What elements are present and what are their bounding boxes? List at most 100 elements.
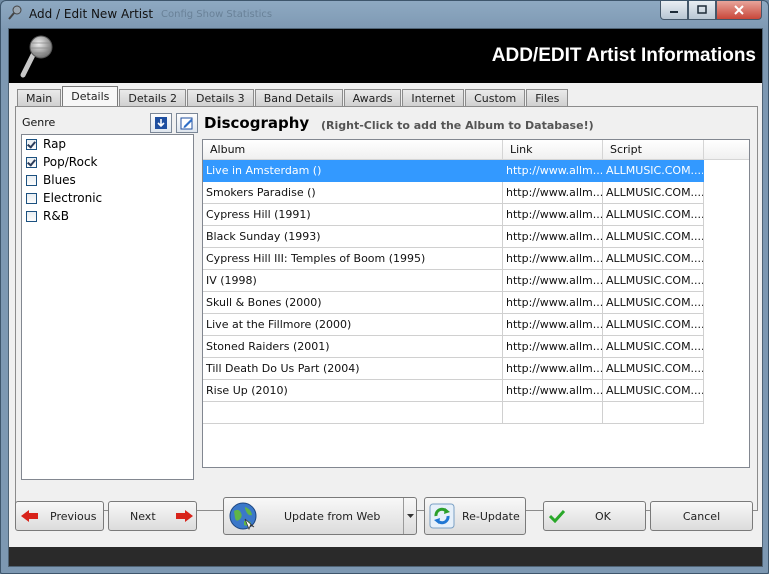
cell-script[interactable]: ALLMUSIC.COM....: [603, 358, 704, 380]
cell-album[interactable]: Smokers Paradise (): [203, 182, 503, 204]
table-row[interactable]: Smokers Paradise () http://www.allm... ALL…: [203, 182, 749, 204]
cell-script[interactable]: ALLMUSIC.COM....: [603, 160, 704, 182]
next-button[interactable]: Next: [108, 501, 197, 531]
cell-script[interactable]: ALLMUSIC.COM....: [603, 380, 704, 402]
cell-album[interactable]: Till Death Do Us Part (2004): [203, 358, 503, 380]
cell-link[interactable]: http://www.allm...: [503, 314, 603, 336]
tab-internet[interactable]: Internet: [402, 89, 465, 107]
discography-hint: (Right-Click to add the Album to Databas…: [321, 119, 594, 132]
checkbox-electronic[interactable]: [26, 192, 37, 204]
update-dropdown-toggle[interactable]: [403, 498, 416, 534]
genre-item-rap[interactable]: Rap: [22, 135, 193, 153]
genre-item-label: Blues: [43, 173, 76, 187]
re-update-label: Re-Update: [462, 509, 520, 523]
discography-grid[interactable]: Album Link Script Live in Amsterdam () ht…: [202, 139, 750, 468]
details-tab-panel: Genre Rap Pop/Rock Blues Electronic R&B …: [15, 106, 758, 511]
cell-link[interactable]: http://www.allm...: [503, 182, 603, 204]
column-header-script[interactable]: Script: [603, 140, 704, 159]
genre-item-rnb[interactable]: R&B: [22, 207, 193, 225]
column-header-link[interactable]: Link: [503, 140, 603, 159]
genre-item-blues[interactable]: Blues: [22, 171, 193, 189]
tab-band-details[interactable]: Band Details: [254, 89, 343, 107]
genre-download-button[interactable]: [150, 113, 172, 133]
cell-script[interactable]: ALLMUSIC.COM....: [603, 204, 704, 226]
maximize-button[interactable]: [688, 1, 716, 20]
cell-script[interactable]: ALLMUSIC.COM....: [603, 314, 704, 336]
header-band: ADD/EDIT Artist Informations: [9, 29, 762, 83]
cell-album[interactable]: Black Sunday (1993): [203, 226, 503, 248]
cell-album[interactable]: IV (1998): [203, 270, 503, 292]
checkbox-blues[interactable]: [26, 174, 37, 186]
window-controls: [660, 1, 762, 20]
update-from-web-button[interactable]: Update from Web: [223, 497, 417, 535]
cell-link[interactable]: http://www.allm...: [503, 358, 603, 380]
table-row[interactable]: Black Sunday (1993) http://www.allm... ALL…: [203, 226, 749, 248]
cell-album[interactable]: Live at the Fillmore (2000): [203, 314, 503, 336]
grid-header: Album Link Script: [203, 140, 749, 160]
genre-item-pop-rock[interactable]: Pop/Rock: [22, 153, 193, 171]
cell-link[interactable]: http://www.allm...: [503, 248, 603, 270]
previous-label: Previous: [50, 509, 97, 523]
genre-item-electronic[interactable]: Electronic: [22, 189, 193, 207]
cell-album[interactable]: Skull & Bones (2000): [203, 292, 503, 314]
cell-album[interactable]: [203, 402, 503, 424]
cell-link[interactable]: http://www.allm...: [503, 226, 603, 248]
cell-album[interactable]: Live in Amsterdam (): [203, 160, 503, 182]
tab-custom[interactable]: Custom: [465, 89, 526, 107]
table-row[interactable]: Rise Up (2010) http://www.allm... ALLMUSIC…: [203, 380, 749, 402]
cell-script[interactable]: [603, 402, 704, 424]
cell-album[interactable]: Cypress Hill (1991): [203, 204, 503, 226]
close-button[interactable]: [716, 1, 762, 20]
cancel-button[interactable]: Cancel: [650, 501, 753, 531]
cell-link[interactable]: http://www.allm...: [503, 292, 603, 314]
table-row[interactable]: Live at the Fillmore (2000) http://www.al…: [203, 314, 749, 336]
ok-label: OK: [595, 509, 611, 523]
checkbox-pop-rock[interactable]: [26, 156, 37, 168]
ok-button[interactable]: OK: [543, 501, 646, 531]
cell-script[interactable]: ALLMUSIC.COM....: [603, 182, 704, 204]
cell-link[interactable]: http://www.allm...: [503, 204, 603, 226]
table-row[interactable]: Live in Amsterdam () http://www.allm... AL…: [203, 160, 749, 182]
bottom-strip: [9, 547, 762, 566]
cell-link[interactable]: [503, 402, 603, 424]
table-row[interactable]: Skull & Bones (2000) http://www.allm... AL…: [203, 292, 749, 314]
app-window: Add / Edit New Artist Config Show Statis…: [0, 0, 769, 574]
column-header-album[interactable]: Album: [203, 140, 503, 159]
tab-files[interactable]: Files: [526, 89, 569, 107]
minimize-button[interactable]: [660, 1, 688, 20]
cell-script[interactable]: ALLMUSIC.COM....: [603, 248, 704, 270]
close-icon: [734, 5, 744, 15]
table-row[interactable]: Cypress Hill (1991) http://www.allm... ALL…: [203, 204, 749, 226]
checkbox-rap[interactable]: [26, 138, 37, 150]
cell-album[interactable]: Stoned Raiders (2001): [203, 336, 503, 358]
table-row[interactable]: IV (1998) http://www.allm... ALLMUSIC.COM.…: [203, 270, 749, 292]
cell-script[interactable]: ALLMUSIC.COM....: [603, 226, 704, 248]
microphone-icon: [8, 5, 22, 20]
cell-script[interactable]: ALLMUSIC.COM....: [603, 336, 704, 358]
table-row[interactable]: [203, 402, 749, 424]
update-from-web-label: Update from Web: [284, 509, 381, 523]
cell-script[interactable]: ALLMUSIC.COM....: [603, 270, 704, 292]
re-update-button[interactable]: Re-Update: [424, 497, 526, 535]
table-row[interactable]: Cypress Hill III: Temples of Boom (1995)…: [203, 248, 749, 270]
grid-body: Live in Amsterdam () http://www.allm... AL…: [203, 160, 749, 424]
cell-album[interactable]: Cypress Hill III: Temples of Boom (1995): [203, 248, 503, 270]
cell-link[interactable]: http://www.allm...: [503, 160, 603, 182]
tab-details-3[interactable]: Details 3: [187, 89, 254, 107]
genre-edit-button[interactable]: [176, 113, 198, 133]
tab-main[interactable]: Main: [17, 89, 62, 107]
cell-link[interactable]: http://www.allm...: [503, 336, 603, 358]
title-bar[interactable]: Add / Edit New Artist Config Show Statis…: [1, 1, 768, 27]
table-row[interactable]: Stoned Raiders (2001) http://www.allm... A…: [203, 336, 749, 358]
arrow-left-icon: [21, 510, 38, 522]
tab-details-2[interactable]: Details 2: [119, 89, 187, 107]
cell-album[interactable]: Rise Up (2010): [203, 380, 503, 402]
previous-button[interactable]: Previous: [15, 501, 104, 531]
tab-awards[interactable]: Awards: [343, 89, 402, 107]
checkbox-rnb[interactable]: [26, 210, 37, 222]
table-row[interactable]: Till Death Do Us Part (2004) http://www.a…: [203, 358, 749, 380]
cell-script[interactable]: ALLMUSIC.COM....: [603, 292, 704, 314]
cell-link[interactable]: http://www.allm...: [503, 380, 603, 402]
tab-details[interactable]: Details: [62, 86, 119, 107]
cell-link[interactable]: http://www.allm...: [503, 270, 603, 292]
